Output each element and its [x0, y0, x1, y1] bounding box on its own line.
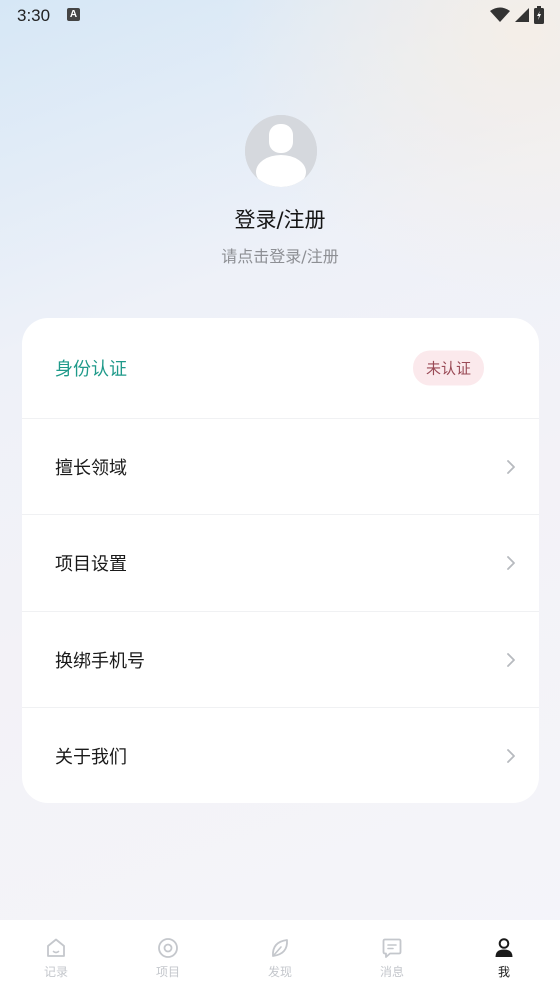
menu-item-identity-verification[interactable]: 身份认证 未认证: [22, 318, 539, 418]
message-icon: [382, 938, 402, 958]
status-bar: 3:30 A: [0, 0, 560, 32]
login-register-subtitle: 请点击登录/注册: [221, 247, 339, 266]
status-time: 3:30: [17, 6, 51, 25]
nav-label: 消息: [379, 965, 404, 979]
identity-verification-label: 身份认证: [55, 359, 127, 380]
nav-tab-projects[interactable]: 项目: [112, 920, 224, 995]
status-indicators: [490, 5, 544, 25]
nav-label: 发现: [267, 965, 292, 979]
menu-item-about-us[interactable]: 关于我们: [22, 708, 539, 803]
menu-item-expertise[interactable]: 擅长领域: [22, 419, 539, 515]
nav-tab-discover[interactable]: 发现: [224, 920, 336, 995]
menu-item-project-settings[interactable]: 项目设置: [22, 515, 539, 611]
leaf-icon: [272, 939, 288, 957]
menu-item-change-phone[interactable]: 换绑手机号: [22, 612, 539, 708]
menu-item-label: 擅长领域: [55, 458, 127, 479]
cellular-signal-icon: [515, 8, 529, 22]
bottom-navigation: 记录 项目 发现 消息 我: [0, 920, 560, 995]
chevron-right-icon: [507, 653, 515, 667]
person-icon: [495, 938, 513, 957]
nav-tab-records[interactable]: 记录: [0, 920, 112, 995]
nav-label: 项目: [155, 965, 180, 979]
nav-tab-messages[interactable]: 消息: [336, 920, 448, 995]
chevron-right-icon: [507, 748, 515, 763]
nav-tab-me[interactable]: 我: [448, 920, 560, 995]
home-icon: [47, 938, 65, 957]
chevron-right-icon: [507, 460, 515, 474]
target-icon: [158, 938, 178, 958]
default-avatar-icon: [245, 115, 317, 187]
avatar[interactable]: [245, 115, 317, 187]
settings-card: 身份认证 未认证 擅长领域 项目设置 换绑手机号 关于我们: [22, 318, 539, 803]
menu-item-label: 换绑手机号: [55, 651, 145, 672]
unverified-badge: 未认证: [412, 350, 484, 386]
menu-item-label: 项目设置: [55, 554, 127, 575]
login-register-title[interactable]: 登录/注册: [0, 204, 560, 234]
notification-app-icon: A: [67, 8, 80, 21]
battery-icon: [534, 6, 544, 24]
nav-label: 我: [497, 965, 510, 979]
chevron-right-icon: [507, 556, 515, 570]
nav-label: 记录: [43, 965, 68, 979]
wifi-icon: [490, 7, 510, 22]
menu-item-label: 关于我们: [55, 746, 127, 768]
